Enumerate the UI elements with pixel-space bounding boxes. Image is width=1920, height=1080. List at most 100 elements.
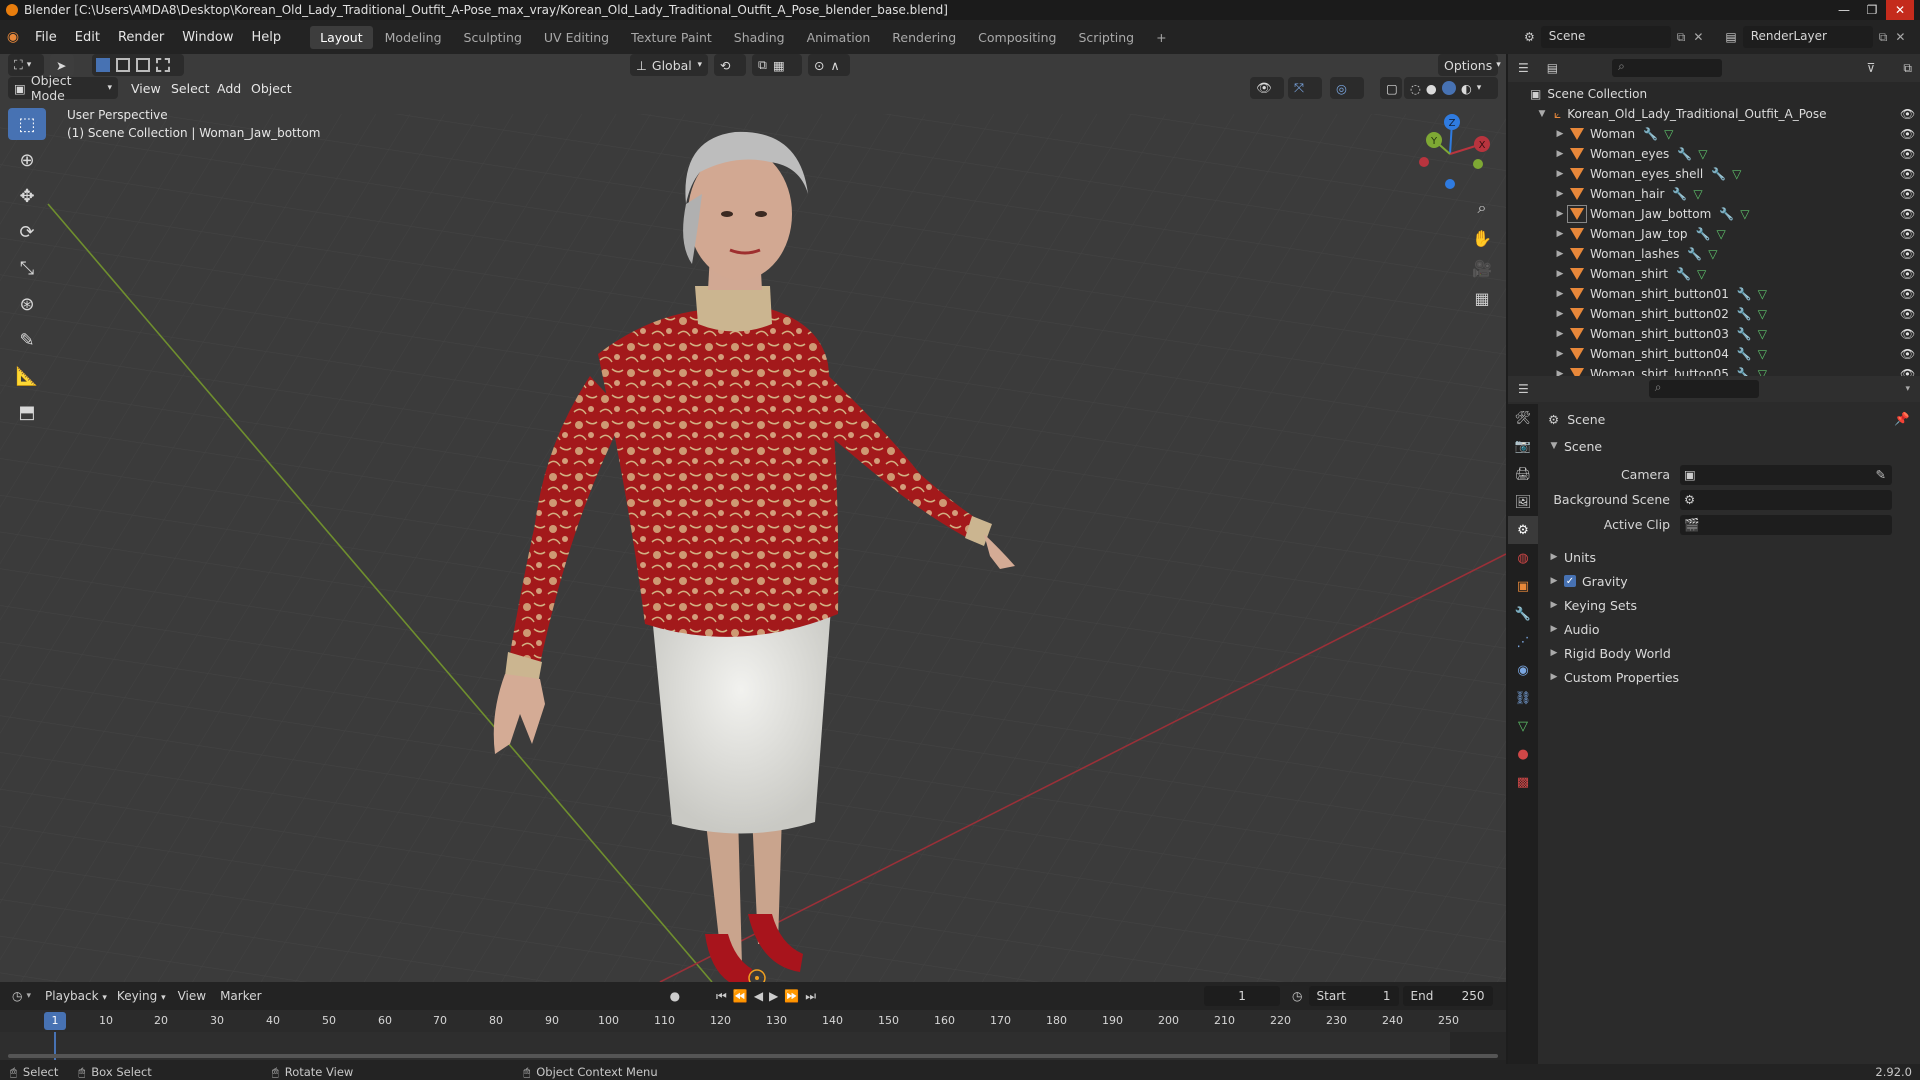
expand-triangle-icon[interactable]: ▶ bbox=[1554, 149, 1566, 159]
outliner-item[interactable]: ▶ Woman 🔧 ▽ 👁 bbox=[1508, 124, 1920, 144]
visibility-eye-icon[interactable]: 👁 bbox=[1900, 107, 1915, 121]
keying-sets-panel[interactable]: ▶ Keying Sets bbox=[1538, 593, 1920, 617]
modifier-wrench-icon[interactable]: 🔧 bbox=[1696, 227, 1711, 241]
overlays-toggle[interactable]: ◎ bbox=[1330, 77, 1364, 99]
modifier-wrench-icon[interactable]: 🔧 bbox=[1676, 267, 1691, 281]
record-keyframe-icon[interactable]: ● bbox=[670, 989, 680, 1003]
scale-tool[interactable]: ⤡ bbox=[8, 252, 46, 284]
add-cube-tool[interactable]: ⬒ bbox=[8, 396, 46, 428]
jump-start-icon[interactable]: ⏮ bbox=[716, 989, 733, 1003]
rotate-tool[interactable]: ⟳ bbox=[8, 216, 46, 248]
modifier-wrench-icon[interactable]: 🔧 bbox=[1737, 307, 1752, 321]
menu-render[interactable]: Render bbox=[109, 30, 173, 45]
tab-sculpting[interactable]: Sculpting bbox=[454, 26, 532, 49]
outliner-item[interactable]: ▶ Woman_shirt_button02 🔧 ▽ 👁 bbox=[1508, 304, 1920, 324]
close-button[interactable]: ✕ bbox=[1886, 0, 1914, 20]
view-layer-field[interactable]: RenderLayer bbox=[1742, 26, 1873, 48]
camera-view-icon[interactable]: 🎥 bbox=[1468, 254, 1496, 282]
pan-hand-icon[interactable]: ✋ bbox=[1468, 224, 1496, 252]
eyedropper-icon[interactable]: ✎ bbox=[1876, 467, 1886, 482]
audio-panel[interactable]: ▶ Audio bbox=[1538, 617, 1920, 641]
menu-help[interactable]: Help bbox=[243, 30, 291, 45]
playhead-frame-indicator[interactable]: 1 bbox=[44, 1012, 66, 1030]
tab-texture-paint[interactable]: Texture Paint bbox=[621, 26, 722, 49]
modifier-wrench-icon[interactable]: 🔧 bbox=[1687, 247, 1702, 261]
visibility-eye-icon[interactable]: 👁 bbox=[1900, 247, 1915, 261]
modifier-tab-icon[interactable]: 🔧 bbox=[1508, 600, 1538, 628]
cursor-tool[interactable]: ⊕ bbox=[8, 144, 46, 176]
minimize-button[interactable]: — bbox=[1830, 0, 1858, 20]
mesh-data-icon[interactable]: ▽ bbox=[1693, 187, 1702, 201]
annotate-tool[interactable]: ✎ bbox=[8, 324, 46, 356]
set-selection-icon[interactable] bbox=[96, 58, 110, 72]
outliner-root-row[interactable]: ▣ Scene Collection bbox=[1508, 84, 1920, 104]
options-dropdown[interactable]: Options ▾ bbox=[1438, 54, 1501, 76]
modifier-wrench-icon[interactable]: 🔧 bbox=[1677, 147, 1692, 161]
visibility-eye-icon[interactable]: 👁 bbox=[1900, 227, 1915, 241]
new-view-layer-icon[interactable]: ⧉ bbox=[1879, 30, 1888, 45]
physics-tab-icon[interactable]: ◉ bbox=[1508, 656, 1538, 684]
background-scene-field[interactable]: ⚙ bbox=[1680, 489, 1892, 510]
current-frame-field[interactable]: 1 bbox=[1204, 986, 1281, 1006]
expand-triangle-icon[interactable]: ▶ bbox=[1554, 189, 1566, 199]
perspective-grid-icon[interactable]: ▦ bbox=[1468, 284, 1496, 312]
visibility-eye-icon[interactable]: 👁 bbox=[1900, 307, 1915, 321]
material-shading-icon[interactable] bbox=[1441, 81, 1456, 95]
outliner-collection-row[interactable]: ▼ ⟀ Korean_Old_Lady_Traditional_Outfit_A… bbox=[1508, 104, 1920, 124]
xray-toggle[interactable]: ▢ bbox=[1380, 77, 1402, 99]
mesh-data-icon[interactable]: ▽ bbox=[1698, 147, 1707, 161]
outliner-item[interactable]: ▶ Woman_eyes 🔧 ▽ 👁 bbox=[1508, 144, 1920, 164]
modifier-wrench-icon[interactable]: 🔧 bbox=[1643, 127, 1658, 141]
navigation-gizmo[interactable]: Z X Y bbox=[1410, 112, 1490, 192]
mesh-data-icon[interactable]: ▽ bbox=[1664, 127, 1673, 141]
data-tab-icon[interactable]: ▽ bbox=[1508, 712, 1538, 740]
pin-icon[interactable]: 📌 bbox=[1894, 411, 1910, 427]
expand-triangle-icon[interactable]: ▶ bbox=[1554, 169, 1566, 179]
expand-triangle-icon[interactable]: ▶ bbox=[1554, 309, 1566, 319]
visibility-eye-icon[interactable]: 👁 bbox=[1900, 207, 1915, 221]
constraints-tab-icon[interactable]: ⛓ bbox=[1508, 684, 1538, 712]
jump-end-icon[interactable]: ⏭ bbox=[805, 989, 822, 1003]
expand-triangle-icon[interactable]: ▶ bbox=[1554, 209, 1566, 219]
wireframe-shading-icon[interactable]: ◌ bbox=[1410, 81, 1421, 96]
gravity-checkbox[interactable]: ✓ bbox=[1564, 575, 1576, 587]
prev-keyframe-icon[interactable]: ⏪ bbox=[733, 989, 754, 1003]
timeline-track-area[interactable] bbox=[0, 1032, 1506, 1060]
select-box-tool[interactable]: ⬚ bbox=[8, 108, 46, 140]
mesh-data-icon[interactable]: ▽ bbox=[1716, 227, 1725, 241]
mesh-data-icon[interactable]: ▽ bbox=[1758, 287, 1767, 301]
start-frame-field[interactable]: Start 1 bbox=[1308, 986, 1399, 1006]
timeline-scrollbar[interactable] bbox=[8, 1054, 1498, 1058]
timeline-menu-keying[interactable]: Keying ▾ bbox=[117, 989, 166, 1003]
outliner-item[interactable]: ▶ Woman_hair 🔧 ▽ 👁 bbox=[1508, 184, 1920, 204]
tab-layout[interactable]: Layout bbox=[310, 25, 373, 49]
visibility-eye-icon[interactable]: 👁 bbox=[1900, 187, 1915, 201]
delete-view-layer-icon[interactable]: ✕ bbox=[1895, 30, 1905, 44]
display-mode-icon[interactable]: ▤ bbox=[1547, 61, 1558, 75]
expand-triangle-icon[interactable]: ▶ bbox=[1554, 329, 1566, 339]
outliner-item[interactable]: ▶ Woman_shirt_button01 🔧 ▽ 👁 bbox=[1508, 284, 1920, 304]
transform-tool[interactable]: ⊛ bbox=[8, 288, 46, 320]
scene-panel-header[interactable]: ▼ Scene bbox=[1538, 434, 1920, 458]
units-panel[interactable]: ▶ Units bbox=[1538, 545, 1920, 569]
menu-window[interactable]: Window bbox=[173, 30, 242, 45]
delete-scene-icon[interactable]: ✕ bbox=[1693, 30, 1703, 44]
tab-modeling[interactable]: Modeling bbox=[375, 26, 452, 49]
mesh-data-icon[interactable]: ▽ bbox=[1732, 167, 1741, 181]
material-tab-icon[interactable]: ● bbox=[1508, 740, 1538, 768]
expand-triangle-icon[interactable]: ▶ bbox=[1554, 289, 1566, 299]
filter-icon[interactable]: ⊽ bbox=[1867, 61, 1876, 75]
mesh-data-icon[interactable]: ▽ bbox=[1758, 307, 1767, 321]
snap-toggle[interactable]: ⧉ ▦ bbox=[752, 54, 802, 76]
expand-triangle-icon[interactable]: ▶ bbox=[1554, 129, 1566, 139]
render-tab-icon[interactable]: 📷 bbox=[1508, 432, 1538, 460]
tab-animation[interactable]: Animation bbox=[797, 26, 881, 49]
outliner-item[interactable]: ▶ Woman_shirt_button04 🔧 ▽ 👁 bbox=[1508, 344, 1920, 364]
timeline-menu-playback[interactable]: Playback ▾ bbox=[45, 989, 107, 1003]
timeline-editor-icon[interactable]: ◷ bbox=[12, 989, 22, 1003]
measure-tool[interactable]: 📐 bbox=[8, 360, 46, 392]
outliner-item[interactable]: ▶ Woman_lashes 🔧 ▽ 👁 bbox=[1508, 244, 1920, 264]
menu-file[interactable]: File bbox=[26, 30, 66, 45]
modifier-wrench-icon[interactable]: 🔧 bbox=[1672, 187, 1687, 201]
visibility-eye-icon[interactable]: 👁 bbox=[1900, 327, 1915, 341]
